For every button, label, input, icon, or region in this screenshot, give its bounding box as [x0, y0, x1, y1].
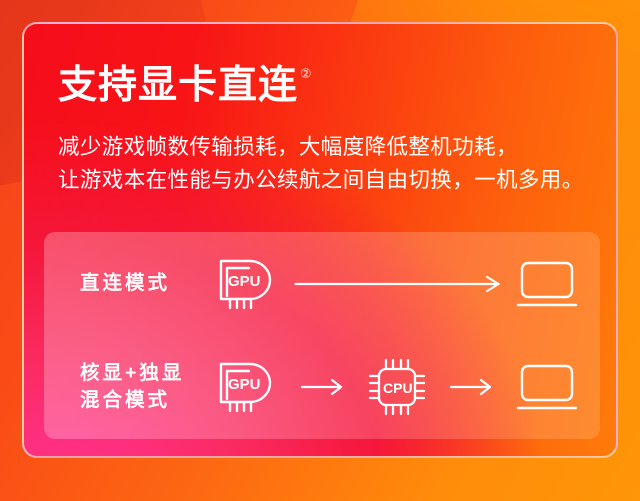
short-arrow-icon	[294, 377, 352, 397]
mode-row-label: 直连模式	[44, 270, 216, 297]
laptop-icon	[516, 361, 578, 413]
card-title: 支持显卡直连 ②	[58, 66, 312, 105]
mode-label-line-2: 混合模式	[80, 388, 171, 411]
mode-label-line-1: 核显+独显	[80, 361, 185, 384]
title-footnote-marker: ②	[300, 66, 312, 81]
cpu-chip-icon: CPU	[367, 357, 427, 417]
laptop-icon	[516, 258, 578, 310]
mode-row: 核显+独显 混合模式 GPU CPU	[44, 335, 600, 438]
gpu-chip-icon: GPU	[216, 256, 278, 312]
description-line-2: 让游戏本在性能与办公续航之间自由切换，一机多用。	[58, 168, 584, 192]
modes-panel: 直连模式 GPU 核显+独显 混合模式 GPU CPU	[44, 232, 600, 439]
long-arrow-icon	[278, 274, 516, 294]
page-title: 支持显卡直连	[58, 64, 299, 107]
mode-row-label: 核显+独显 混合模式	[44, 360, 216, 414]
short-arrow-icon	[443, 377, 501, 397]
mode-label-line-1: 直连模式	[80, 272, 171, 294]
promo-banner: 支持显卡直连 ② 减少游戏帧数传输损耗，大幅度降低整机功耗， 让游戏本在性能与办…	[0, 0, 640, 501]
gpu-chip-icon: GPU	[216, 359, 278, 415]
gpu-icon-label: GPU	[228, 376, 261, 393]
mode-flow-diagram: GPU	[216, 232, 600, 335]
feature-card: 支持显卡直连 ② 减少游戏帧数传输损耗，大幅度降低整机功耗， 让游戏本在性能与办…	[22, 22, 618, 458]
cpu-icon-label: CPU	[383, 380, 413, 396]
mode-row: 直连模式 GPU	[44, 232, 600, 335]
card-description: 减少游戏帧数传输损耗，大幅度降低整机功耗， 让游戏本在性能与办公续航之间自由切换…	[58, 131, 584, 197]
gpu-icon-label: GPU	[228, 273, 261, 290]
mode-flow-diagram: GPU	[216, 335, 600, 438]
description-line-1: 减少游戏帧数传输损耗，大幅度降低整机功耗，	[58, 135, 518, 159]
